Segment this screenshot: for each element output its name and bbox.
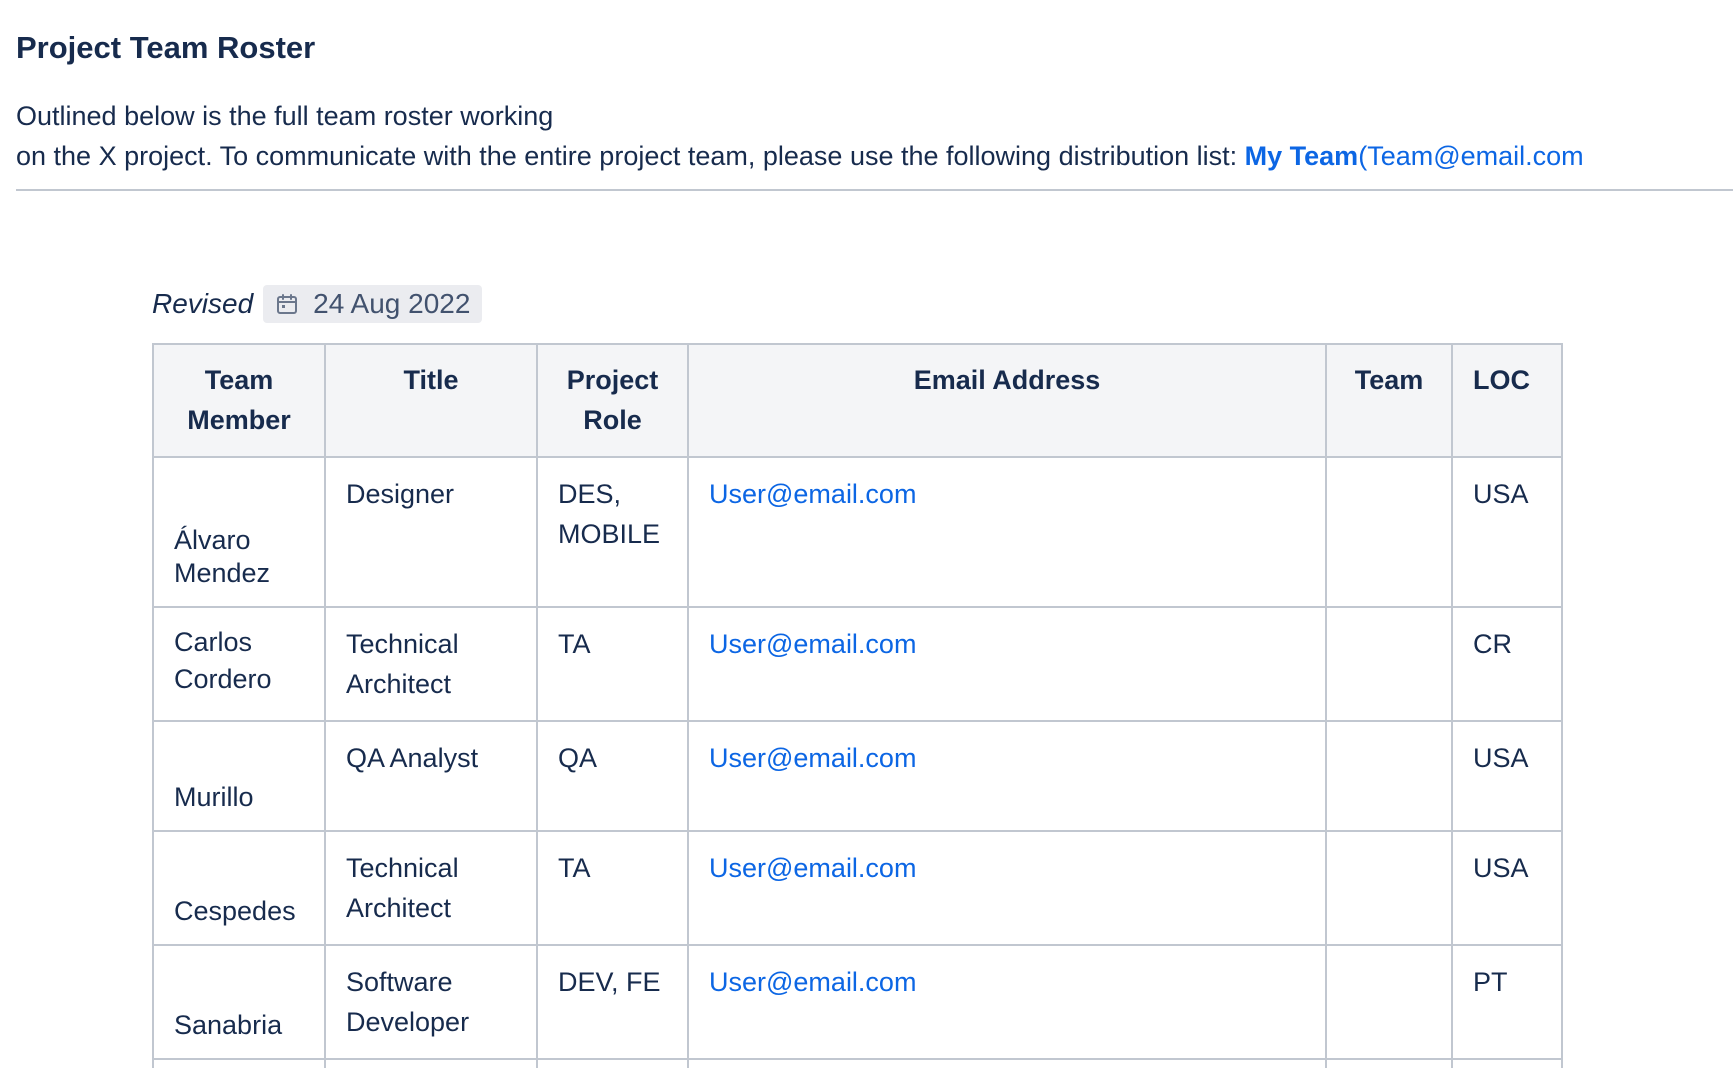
cell-team (1325, 606, 1453, 722)
cell-loc: USA (1451, 720, 1563, 832)
cell-title: QA Analyst (324, 720, 538, 832)
cell-loc (1451, 1058, 1563, 1068)
revised-row: Revised 24 Aug 2022 (152, 285, 483, 323)
cell-project-role: QA (536, 720, 689, 832)
header-loc[interactable]: LOC (1451, 343, 1563, 458)
cell-team-member (152, 1058, 326, 1068)
header-email-address[interactable]: Email Address (687, 343, 1327, 458)
cell-loc: PT (1451, 944, 1563, 1060)
cell-team (1325, 456, 1453, 608)
cell-team (1325, 944, 1453, 1060)
cell-team (1325, 720, 1453, 832)
email-link[interactable]: User@email.com (709, 743, 916, 773)
cell-title (324, 1058, 538, 1068)
distribution-email-link[interactable]: (Team@email.com (1358, 141, 1583, 171)
cell-team (1325, 830, 1453, 946)
table-row (152, 1058, 1563, 1068)
intro-line-2-text: on the X project. To communicate with th… (16, 141, 1245, 171)
cell-project-role: DEV, FE (536, 944, 689, 1060)
cell-loc: CR (1451, 606, 1563, 722)
cell-email: User@email.com (687, 720, 1327, 832)
cell-loc: USA (1451, 456, 1563, 608)
header-project-role[interactable]: Project Role (536, 343, 689, 458)
revised-date: 24 Aug 2022 (313, 288, 471, 319)
cell-title: Technical Architect (324, 830, 538, 946)
table-row: Carlos Cordero Technical Architect TA Us… (152, 606, 1563, 722)
intro-line-1: Outlined below is the full team roster w… (16, 101, 554, 131)
intro-paragraph: Outlined below is the full team roster w… (16, 96, 1733, 176)
cell-project-role: DES, MOBILE (536, 456, 689, 608)
intro-line-2: on the X project. To communicate with th… (16, 136, 1733, 176)
email-link[interactable]: User@email.com (709, 629, 916, 659)
email-link[interactable]: User@email.com (709, 479, 916, 509)
cell-email: User@email.com (687, 456, 1327, 608)
table-row: Cespedes Technical Architect TA User@ema… (152, 830, 1563, 946)
cell-loc: USA (1451, 830, 1563, 946)
page-title: Project Team Roster (16, 30, 316, 65)
calendar-icon (277, 294, 298, 314)
cell-team-member: Murillo (152, 720, 326, 832)
cell-team-member: Sanabria (152, 944, 326, 1060)
page: Project Team Roster Outlined below is th… (0, 0, 1733, 1068)
cell-title: Software Developer (324, 944, 538, 1060)
cell-team-member: Álvaro Mendez (152, 456, 326, 608)
cell-title: Technical Architect (324, 606, 538, 722)
team-mention-link[interactable]: My Team (1245, 141, 1359, 171)
team-roster-table: Team Member Title Project Role Email Add… (152, 343, 1563, 1068)
table-row: Álvaro Mendez Designer DES, MOBILE User@… (152, 456, 1563, 608)
header-team[interactable]: Team (1325, 343, 1453, 458)
cell-team-member: Cespedes (152, 830, 326, 946)
table-row: Murillo QA Analyst QA User@email.com USA (152, 720, 1563, 832)
email-link[interactable]: User@email.com (709, 853, 916, 883)
cell-email: User@email.com (687, 830, 1327, 946)
table-header-row: Team Member Title Project Role Email Add… (152, 343, 1563, 458)
revised-label: Revised (152, 288, 254, 319)
cell-project-role: TA (536, 830, 689, 946)
date-lozenge[interactable]: 24 Aug 2022 (263, 285, 483, 323)
cell-project-role (536, 1058, 689, 1068)
cell-project-role: TA (536, 606, 689, 722)
table-row: Sanabria Software Developer DEV, FE User… (152, 944, 1563, 1060)
cell-team-member: Carlos Cordero (152, 606, 326, 722)
cell-team (1325, 1058, 1453, 1068)
cell-email: User@email.com (687, 606, 1327, 722)
header-title[interactable]: Title (324, 343, 538, 458)
cell-email (687, 1058, 1327, 1068)
email-link[interactable]: User@email.com (709, 967, 916, 997)
cell-email: User@email.com (687, 944, 1327, 1060)
cell-title: Designer (324, 456, 538, 608)
horizontal-divider (16, 189, 1733, 191)
header-team-member[interactable]: Team Member (152, 343, 326, 458)
